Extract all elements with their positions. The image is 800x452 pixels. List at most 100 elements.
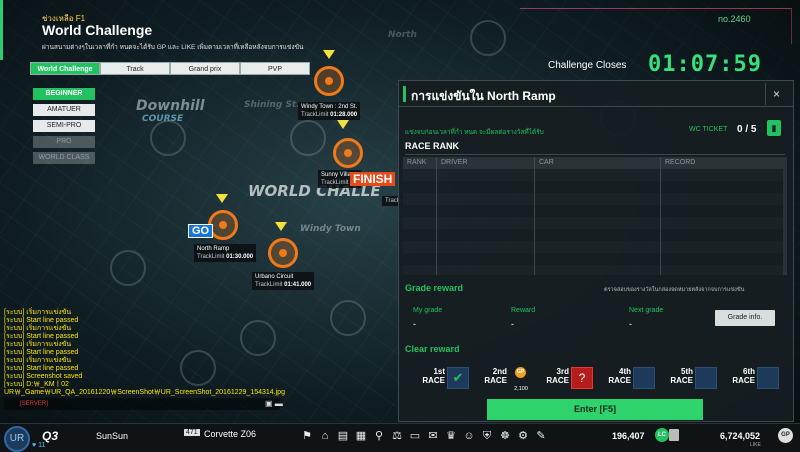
avatar[interactable]: UR xyxy=(4,426,30,452)
chat-line: [ระบบ] เริ่มการแข่งขัน xyxy=(4,309,72,316)
close-button[interactable]: × xyxy=(765,83,787,105)
track-card: Windy Town : 2nd St. TrackLimit 01:28.00… xyxy=(298,102,361,120)
calendar-icon[interactable]: ▦ xyxy=(352,428,370,444)
track-limit-label: TrackLimit xyxy=(301,112,329,118)
rank-badge: Q3 xyxy=(42,429,59,443)
frame-decoration xyxy=(520,8,792,44)
chat-line: [ระบบ] Start line passed xyxy=(4,333,79,340)
chat-line: [ระบบ] Start line passed xyxy=(4,349,79,356)
difficulty-beginner[interactable]: BEGINNER xyxy=(33,88,95,100)
chat-line: [ระบบ] Screenshot saved xyxy=(4,373,83,380)
marker-arrow-icon xyxy=(337,120,349,129)
challenge-closes-label: Challenge Closes xyxy=(548,60,627,71)
garage-icon[interactable]: ⌂ xyxy=(316,428,334,444)
rank-table: RANK DRIVER CAR RECORD xyxy=(403,157,785,275)
rank-scrollbar[interactable] xyxy=(783,157,787,275)
column-record: RECORD xyxy=(665,159,696,166)
balance-icon[interactable]: ⚖ xyxy=(388,428,406,444)
track-name: Urbano Circuit xyxy=(255,274,294,280)
corner-number: no.2460 xyxy=(718,14,751,24)
wallet-icon[interactable] xyxy=(669,429,679,441)
mission-icon[interactable]: ♛ xyxy=(442,428,460,444)
gp-reward: GP 2,100 xyxy=(509,367,531,392)
header-accent xyxy=(403,86,406,102)
race-number: 4th xyxy=(619,367,631,376)
race-number: 1st xyxy=(433,367,445,376)
reward-label: Reward xyxy=(511,307,536,314)
race-word: RACE xyxy=(732,376,755,385)
panel-header: การแข่งขันใน North Ramp × xyxy=(399,81,793,107)
race-number: 3rd xyxy=(556,367,569,376)
chat-line: [ระบบ] เริ่มการแข่งขัน xyxy=(4,357,72,364)
marker-arrow-icon xyxy=(216,194,228,203)
difficulty-semi-pro[interactable]: SEMI-PRO xyxy=(33,120,95,132)
chat-line: [ระบบ] Start line passed xyxy=(4,365,79,372)
rank-table-header: RANK DRIVER CAR RECORD xyxy=(403,157,785,169)
reward-value: - xyxy=(511,319,514,329)
record-col xyxy=(661,169,785,275)
marker-arrow-icon xyxy=(323,50,335,59)
race-reward-2nd: 2nd RACE GP 2,100 xyxy=(473,367,535,392)
bag-icon[interactable]: ▤ xyxy=(334,428,352,444)
chat-line: [ระบบ] Start line passed xyxy=(4,317,79,324)
tab-grand-prix[interactable]: Grand prix xyxy=(170,62,240,75)
tab-world-challenge[interactable]: World Challenge xyxy=(30,62,100,75)
rank-col xyxy=(403,169,437,275)
settings-icon[interactable]: ⚙ xyxy=(514,428,532,444)
wc-ticket-value: 0 / 5 xyxy=(737,124,757,135)
difficulty-amatuer[interactable]: AMATUER xyxy=(33,104,95,116)
area-label: North xyxy=(388,30,417,40)
race-rank-title: RACE RANK xyxy=(405,141,785,155)
wc-ticket-label: WC TICKET xyxy=(689,126,728,133)
chat-line: [ระบบ] เริ่มการแข่งขัน xyxy=(4,325,72,332)
enter-race-button[interactable]: Enter [F5] xyxy=(487,399,703,420)
track-limit-time: 01:28.000 xyxy=(330,112,358,118)
tab-track[interactable]: Track xyxy=(100,62,170,75)
pen-icon[interactable]: ✎ xyxy=(532,428,550,444)
chat-expand-icon[interactable]: ▣ xyxy=(265,399,273,408)
empty-reward-slot xyxy=(633,367,655,389)
race-reward-6th: 6th RACE xyxy=(721,367,783,389)
chat-input[interactable]: [SERVER] xyxy=(4,398,280,410)
track-limit-label: TrackLimit xyxy=(321,180,349,186)
car-name[interactable]: Corvette Z06 xyxy=(204,429,256,439)
map-node xyxy=(110,250,146,286)
cart-icon[interactable]: ▭ xyxy=(406,428,424,444)
area-label: Shining St. xyxy=(244,100,300,110)
chat-line: [ระบบ] D:￦_KMￜ02 UR￦_Game￦UR_QA_20161220… xyxy=(4,381,285,396)
grade-reward-note: ตรวจสอบของรางวัลในกล่องจดหมายหลังจากจบกา… xyxy=(604,287,745,293)
shop-icon[interactable]: ⚲ xyxy=(370,428,388,444)
column-car: CAR xyxy=(535,157,661,169)
map-node xyxy=(330,300,366,336)
tab-pvp[interactable]: PVP xyxy=(240,62,310,75)
checkmark-icon: ✔ xyxy=(447,367,469,389)
course-title: Downhill xyxy=(136,98,205,114)
challenge-timer: 01:07:59 xyxy=(648,52,762,77)
community-icon[interactable]: ☸ xyxy=(496,428,514,444)
next-grade-value: - xyxy=(629,319,632,329)
mystery-box-icon: ? xyxy=(571,367,593,389)
track-limit-label: TrackLimit xyxy=(197,254,225,260)
track-marker-sunny-village[interactable] xyxy=(333,138,363,168)
next-grade-label: Next grade xyxy=(629,307,664,314)
ticket-icon: ▮ xyxy=(767,120,781,136)
grade-info-button[interactable]: Grade info. xyxy=(715,310,775,326)
race-word: RACE xyxy=(422,376,445,385)
player-name: SunSun xyxy=(96,431,129,441)
map-node xyxy=(150,120,186,156)
race-word: RACE xyxy=(546,376,569,385)
track-marker-windy-town[interactable] xyxy=(314,66,344,96)
track-card: Urbano Circuit TrackLimit 01:41.000 xyxy=(252,272,315,290)
mail-icon[interactable]: ✉ xyxy=(424,428,442,444)
clear-reward-title: Clear reward xyxy=(405,344,460,354)
track-marker-urbano-circuit[interactable] xyxy=(268,238,298,268)
header-description: ผ่านสนามต่างๆในเวลาที่กำ หนดจะได้รับ GP … xyxy=(42,44,304,51)
chat-minimize-icon[interactable]: ▬ xyxy=(275,399,283,408)
difficulty-list: BEGINNER AMATUER SEMI-PRO PRO WORLD CLAS… xyxy=(33,88,95,168)
friends-icon[interactable]: ☺ xyxy=(460,428,478,444)
marker-arrow-icon xyxy=(275,222,287,231)
flag-icon[interactable]: ⚑ xyxy=(298,428,316,444)
race-word: RACE xyxy=(670,376,693,385)
race-number: 2nd xyxy=(492,367,507,376)
crew-icon[interactable]: ⛨ xyxy=(478,428,496,444)
